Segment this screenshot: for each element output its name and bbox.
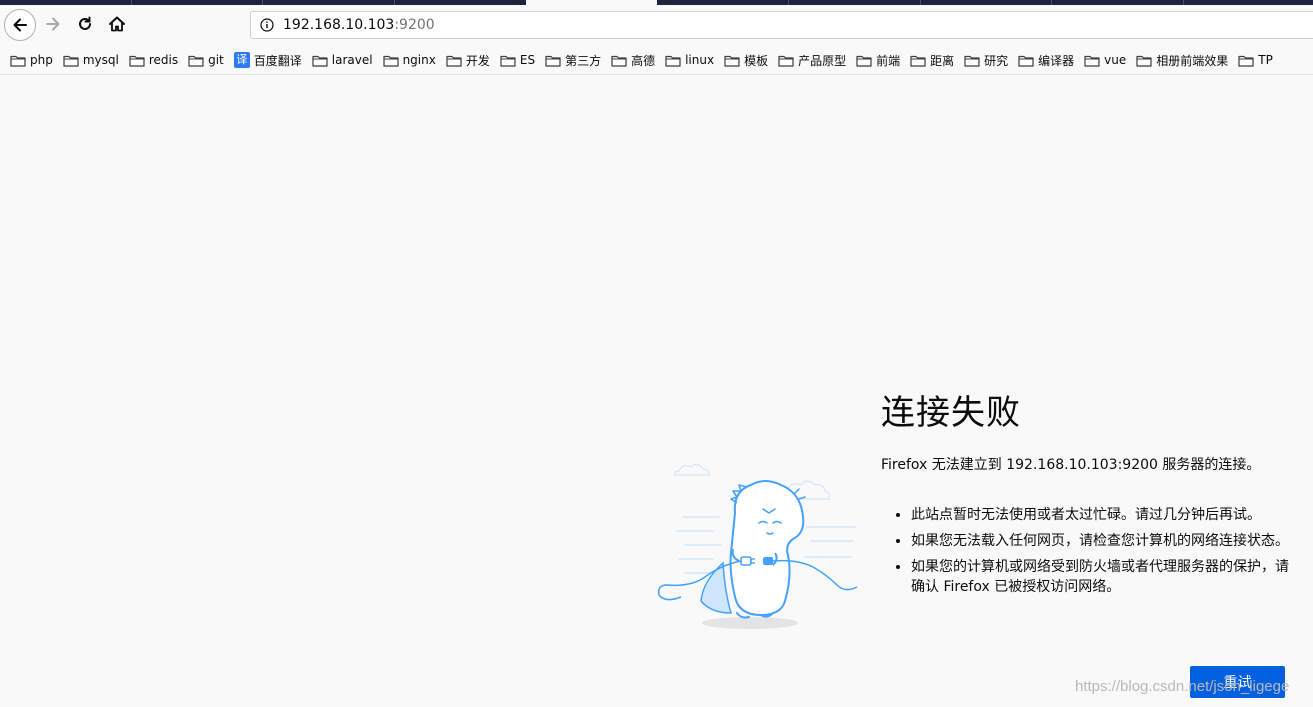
bookmark-item[interactable]: git [188,49,224,71]
reload-icon [79,16,91,30]
back-button[interactable] [4,9,36,41]
url-bar[interactable]: 192.168.10.103:9200 [250,11,1313,39]
folder-icon [129,54,149,67]
translate-icon: 译 [233,52,250,68]
disconnected-plug-illustration-icon [657,463,858,629]
folder-icon [1136,54,1156,67]
bookmark-label: ES [519,53,536,67]
bookmark-label: 产品原型 [798,53,847,68]
bookmark-item[interactable]: ES [500,49,535,71]
bookmark-item[interactable]: 前端 [856,49,900,71]
back-arrow-icon [13,18,27,32]
bookmark-label: 第三方 [565,53,602,68]
bookmark-label: laravel [331,53,373,67]
folder-icon [964,54,984,67]
navigation-toolbar: 192.168.10.103:9200 [0,5,1313,43]
bookmark-label: 研究 [984,53,1009,68]
bookmark-label: 距离 [930,53,955,68]
bookmark-item[interactable]: 产品原型 [778,49,846,71]
folder-icon [382,54,403,67]
bookmark-label: linux [685,53,715,67]
bookmark-item[interactable]: TP [1238,49,1273,71]
error-title: 连接失败 [881,393,1021,433]
bookmark-label: 相册前端效果 [1156,53,1229,68]
bookmarks-toolbar: php mysql redis git 译百度翻译 laravel nginx 开发 ES 第三方… [0,46,1313,75]
bookmark-label: TP [1258,53,1273,67]
bookmark-item[interactable]: redis [129,49,178,71]
bookmark-item[interactable]: php [10,49,53,71]
url-host: 192.168.10.103 [283,17,395,33]
folder-icon [665,54,685,67]
folder-icon [778,54,798,67]
bookmark-item[interactable]: 模板 [724,49,768,71]
home-button[interactable] [102,9,132,39]
forward-arrow-icon [46,17,60,31]
bookmark-label: php [30,53,53,67]
folder-icon [63,54,83,67]
suggestion-item: 如果您无法载入任何网页，请检查您计算机的网络连接状态。 [911,531,1295,551]
bookmark-item[interactable]: 第三方 [545,49,601,71]
folder-icon [724,54,744,67]
bookmark-label: vue [1104,53,1127,67]
bookmark-label: 模板 [744,53,769,68]
home-icon [109,16,125,32]
folder-icon [312,54,332,67]
bookmark-item[interactable]: mysql [63,49,119,71]
bookmark-item[interactable]: 研究 [964,49,1008,71]
bookmark-item[interactable]: linux [665,49,714,71]
url-text[interactable]: 192.168.10.103:9200 [283,17,435,33]
suggestion-item: 如果您的计算机或网络受到防火墙或者代理服务器的保护，请确认 Firefox 已被… [911,557,1295,597]
site-info-icon[interactable] [259,17,275,33]
folder-icon [545,54,565,67]
bookmark-label: git [208,53,224,67]
folder-icon [611,54,631,67]
bookmark-item[interactable]: 距离 [910,49,954,71]
bookmark-item[interactable]: 译百度翻译 [233,49,302,71]
folder-icon [1018,54,1038,67]
bookmark-label: nginx [402,53,436,67]
error-page: 连接失败 Firefox 无法建立到 192.168.10.103:9200 服… [0,75,1313,707]
reload-button[interactable] [70,9,100,39]
bookmark-item[interactable]: 编译器 [1018,49,1074,71]
folder-icon [188,54,208,67]
folder-icon [446,54,466,67]
folder-icon [1084,54,1104,67]
url-port: :9200 [394,17,435,33]
error-description: Firefox 无法建立到 192.168.10.103:9200 服务器的连接… [881,457,1261,473]
error-suggestions-list: 此站点暂时无法使用或者太过忙碌。请过几分钟后再试。 如果您无法载入任何网页，请检… [895,505,1295,603]
bookmark-label: 百度翻译 [253,53,302,68]
bookmark-label: 前端 [876,53,901,68]
bookmark-item[interactable]: vue [1084,49,1126,71]
bookmark-label: 编译器 [1038,53,1075,68]
folder-icon [910,54,930,67]
bookmark-item[interactable]: laravel [312,49,373,71]
bookmark-item[interactable]: 相册前端效果 [1136,49,1228,71]
bookmark-item[interactable]: 高德 [611,49,655,71]
folder-icon [500,54,520,67]
bookmark-item[interactable]: 开发 [446,49,490,71]
bookmark-label: redis [148,53,179,67]
folder-icon [1238,54,1258,67]
bookmark-label: 开发 [465,53,490,68]
bookmark-label: mysql [82,53,119,67]
bookmark-item[interactable]: nginx [382,49,436,71]
folder-icon [10,54,30,67]
forward-button[interactable] [38,9,68,39]
bookmark-label: 高德 [631,53,656,68]
suggestion-item: 此站点暂时无法使用或者太过忙碌。请过几分钟后再试。 [911,505,1295,525]
folder-icon [856,54,876,67]
watermark: https://blog.csdn.net/json_ligege [1075,678,1290,695]
